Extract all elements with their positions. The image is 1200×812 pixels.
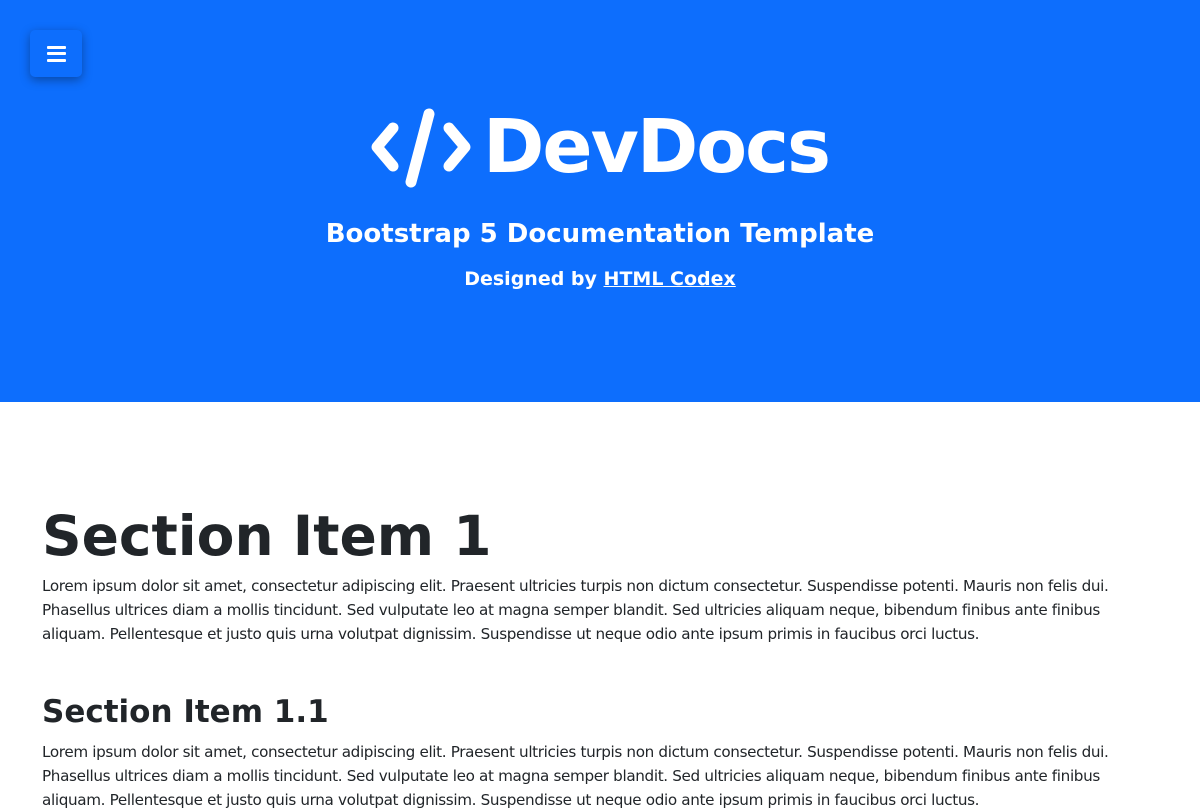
sidebar-toggle-button[interactable] [30,30,82,77]
brand-name: DevDocs [482,104,831,190]
credit-line: Designed by HTML Codex [0,265,1200,293]
subsection-title: Section Item 1.1 [42,694,329,730]
hero-header: DevDocs Bootstrap 5 Documentation Templa… [0,0,1200,402]
credit-prefix: Designed by [464,268,597,290]
brand-logo: DevDocs [0,102,1200,192]
html-codex-link[interactable]: HTML Codex [604,268,736,290]
hamburger-menu-icon [46,45,66,62]
section-body: Lorem ipsum dolor sit amet, consectetur … [42,577,1109,643]
tagline: Bootstrap 5 Documentation Template [325,219,875,249]
subsection-body: Lorem ipsum dolor sit amet, consectetur … [42,743,1109,809]
section-title: Section Item 1 [42,504,492,568]
code-slash-icon [371,108,471,188]
